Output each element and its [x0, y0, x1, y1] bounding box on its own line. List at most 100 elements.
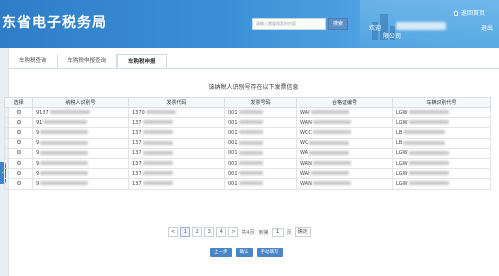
redacted-text — [238, 110, 263, 115]
certificate-number-cell: WCC — [300, 129, 312, 136]
certificate-number-cell: WAN — [300, 119, 312, 126]
redacted-text — [238, 161, 263, 166]
certificate-number-cell: WAI — [300, 109, 310, 116]
table-row[interactable]: 9 137 001 WA LGW — [4, 147, 491, 159]
table-row[interactable]: 9 137 001 WAN LGW — [4, 178, 491, 190]
invoice-number-cell: 001 — [228, 160, 238, 167]
pagination: < 1 2 3 4 > 共4页 到第 1 页 确定 — [168, 227, 311, 237]
search-button[interactable]: 搜索 — [328, 18, 348, 30]
redacted-text — [312, 120, 351, 125]
confirm-button[interactable]: 确认 — [235, 248, 253, 257]
taxpayer-id-cell: 9 — [36, 170, 40, 177]
row-select-radio[interactable] — [16, 170, 21, 175]
invoice-code-cell: 137 — [132, 180, 142, 187]
column-header: 选择 — [4, 97, 33, 108]
prev-page-button[interactable]: < — [168, 227, 179, 237]
redacted-text — [40, 150, 89, 155]
company-name: 限公司 — [383, 33, 402, 40]
redacted-text — [310, 110, 349, 115]
table-header-row: 选择 纳税人识别号 发票代码 发票号码 合格证编号 车辆识别代号 — [4, 97, 491, 108]
redacted-text — [145, 110, 176, 115]
redacted-text — [403, 130, 446, 135]
redacted-text — [142, 161, 173, 166]
tab-divider — [9, 68, 499, 69]
redacted-text — [43, 120, 88, 125]
certificate-number-cell: WAI — [300, 170, 310, 177]
tab-vehicle-tax-declaration-query[interactable]: 车购税申报查询 — [57, 54, 118, 68]
invoice-number-cell: 001 — [228, 180, 238, 187]
redacted-text — [40, 161, 89, 166]
redacted-text — [142, 130, 173, 135]
row-select-radio[interactable] — [16, 119, 21, 124]
vin-cell: LGW — [396, 150, 408, 157]
tab-vehicle-tax-query[interactable]: 车购税查询 — [9, 54, 58, 68]
vin-cell: LB — [396, 129, 403, 136]
next-page-button[interactable]: > — [228, 227, 239, 237]
table-row[interactable]: 9137 1370 001 WAI LGW — [4, 106, 491, 119]
column-header: 纳税人识别号 — [32, 97, 129, 108]
row-select-radio[interactable] — [16, 140, 21, 145]
redacted-text — [142, 181, 173, 186]
home-link[interactable]: 返回首页 — [453, 8, 485, 17]
invoice-number-cell: 001 — [228, 119, 238, 126]
page-button-3[interactable]: 3 — [204, 227, 215, 237]
redacted-text — [312, 130, 351, 135]
manual-fill-button[interactable]: 手动填写 — [256, 248, 283, 257]
tab-bar: 车购税查询 车购税申报查询 车购税申报 — [9, 54, 167, 68]
invoice-number-cell: 001 — [228, 170, 238, 177]
vin-cell: LB — [396, 140, 403, 147]
certificate-number-cell: WA — [300, 150, 309, 157]
redacted-text — [142, 140, 173, 145]
prev-step-button[interactable]: 上一步 — [210, 248, 232, 257]
redacted-text — [408, 181, 449, 186]
row-select-radio[interactable] — [16, 129, 21, 134]
logout-link[interactable]: 退出 — [481, 23, 493, 32]
taxpayer-id-cell: 9 — [36, 180, 40, 187]
goto-label: 到第 — [258, 229, 269, 236]
redacted-text — [238, 130, 263, 135]
row-select-radio[interactable] — [16, 109, 21, 114]
table-row[interactable]: 9 137 001 WAN LGW — [4, 157, 491, 170]
redacted-text — [49, 110, 90, 115]
page-button-1[interactable]: 1 — [180, 227, 191, 237]
table-row[interactable]: 9 137 001 WCC LB — [4, 127, 491, 139]
taxpayer-id-cell: 9137 — [36, 109, 49, 116]
redacted-text — [238, 181, 263, 186]
redacted-text — [238, 140, 263, 145]
vin-cell: LGW — [396, 170, 408, 177]
invoice-number-cell: 001 — [228, 109, 238, 116]
redacted-text — [312, 161, 351, 166]
page-button-2[interactable]: 2 — [192, 227, 203, 237]
redacted-text — [309, 140, 350, 145]
row-select-radio[interactable] — [16, 180, 21, 185]
goto-confirm-button[interactable]: 确定 — [294, 227, 311, 237]
redacted-text — [40, 130, 89, 135]
page-button-4[interactable]: 4 — [216, 227, 227, 237]
column-header: 发票代码 — [128, 97, 225, 108]
invoice-number-cell: 001 — [228, 140, 238, 147]
welcome-text: 欢迎 — [369, 25, 382, 32]
invoice-code-cell: 1370 — [132, 109, 145, 116]
invoice-code-cell: 137 — [132, 129, 142, 136]
row-select-radio[interactable] — [16, 160, 21, 165]
goto-page-input[interactable]: 1 — [271, 227, 284, 237]
invoice-code-cell: 137 — [132, 170, 142, 177]
taxpayer-id-cell: 9 — [36, 140, 40, 147]
invoice-number-cell: 001 — [228, 129, 238, 136]
redacted-text — [40, 171, 89, 176]
home-link-label: 返回首页 — [461, 10, 486, 17]
column-header: 车辆识别代号 — [392, 97, 491, 108]
redacted-text — [408, 120, 449, 125]
certificate-number-cell: WC — [300, 140, 309, 147]
vin-cell: LGW — [396, 160, 408, 167]
search-input[interactable]: 请输入需要搜索的内容 — [252, 18, 326, 30]
table-row[interactable]: 9 137 001 WAI LGW — [4, 168, 491, 180]
table-row[interactable]: 91 137 001 WAN LGW — [4, 117, 491, 129]
tab-vehicle-tax-declaration[interactable]: 车购税申报 — [117, 54, 167, 68]
row-select-radio[interactable] — [16, 150, 21, 155]
table-row[interactable]: 9 137 001 WC LB — [4, 137, 491, 149]
certificate-number-cell: WAN — [300, 160, 312, 167]
total-pages-text: 共4页 — [241, 229, 255, 236]
site-header: 东省电子税务局 请输入需要搜索的内容 搜索 欢迎 限公司 返回首页 退出 — [0, 0, 499, 48]
action-bar: 上一步 确认 手动填写 — [210, 248, 283, 257]
